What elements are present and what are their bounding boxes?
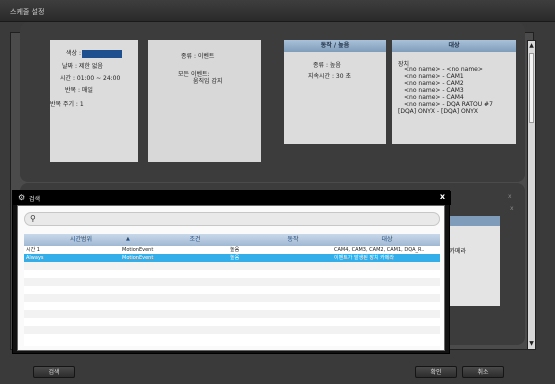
search-dialog-title: 검색 [29,196,41,203]
sort-asc-icon: ▲ [126,236,130,242]
search-box[interactable]: ⚲ [24,212,440,226]
day-label: 날짜 : 제한 없음 [62,63,103,70]
action-card[interactable]: 동작 / 높음 종류 : 높음 지속시간 : 30 초 [284,40,386,144]
table-row-empty [24,286,440,294]
confirm-button[interactable]: 확인 [415,366,457,378]
color-label: 색상 : [66,50,81,57]
column-header-condition[interactable]: 조건 [138,234,252,246]
table-row-empty [24,262,440,270]
window-titlebar: 스케줄 설정 [0,0,555,22]
color-row: 색상 : [66,48,122,58]
action-type-label: 종류 : 높음 [313,62,341,69]
search-dialog-body: ⚲ 시간범위 ▲ 조건 동작 대상 시간 1 MotionEvent 높음 CA… [17,205,445,351]
target-item: [DQA] ONYX - [DQA] ONYX [398,108,479,115]
event-type-label: 종류 : 이벤트 [181,53,215,60]
vertical-scrollbar[interactable]: ▲ ▼ [527,40,536,350]
lower-close-icon-2[interactable]: x [510,205,514,212]
cell-action: 높음 [230,247,240,253]
cell-target: CAM4, CAM3, CAM2, CAM1, DQA_R.. [334,247,425,253]
event-card[interactable]: 종류 : 이벤트 모든 이벤트: 움직임 감지 [148,40,261,162]
color-swatch [81,49,122,58]
cell-condition: MotionEvent [122,247,154,253]
search-button[interactable]: 검색 [33,366,75,378]
results-table[interactable]: 시간범위 ▲ 조건 동작 대상 시간 1 MotionEvent 높음 CAM4… [24,234,440,346]
target-item: <no name> - CAM3 [404,87,464,94]
scroll-up-icon[interactable]: ▲ [528,41,535,51]
search-input[interactable] [41,214,431,224]
time-label: 시간 : 01:00 ~ 24:00 [60,75,121,82]
target-item: <no name> - CAM4 [404,94,464,101]
table-row-empty [24,278,440,286]
target-card[interactable]: 대상 장치 <no name> - <no name> <no name> - … [392,40,516,144]
window-title: 스케줄 설정 [10,8,45,16]
table-row-empty [24,334,440,342]
table-row-selected[interactable]: Always MotionEvent 높음 이벤트가 발생된 장치 카메라 [24,254,440,262]
cell-time-range: 시간 1 [26,247,40,253]
duration-label: 지속시간 : 30 초 [308,73,351,80]
target-card-header: 대상 [392,40,516,52]
target-item: <no name> - <no name> [404,66,483,73]
table-row-empty [24,302,440,310]
target-item: <no name> - CAM2 [404,80,464,87]
table-row-empty [24,310,440,318]
cell-target: 이벤트가 발생된 장치 카메라 [334,255,394,261]
table-header: 시간범위 ▲ 조건 동작 대상 [24,234,440,246]
column-header-action[interactable]: 동작 [252,234,334,246]
close-icon[interactable]: x [440,192,445,201]
repeat-label: 반복 : 매일 [65,87,93,94]
action-card-header: 동작 / 높음 [284,40,386,52]
rule-summary-card[interactable]: 색상 : 날짜 : 제한 없음 시간 : 01:00 ~ 24:00 반복 : … [50,40,138,162]
repeat-period-label: 반복 주기 : 1 [50,101,84,108]
search-dialog-gear-icon: ⚙ [18,193,26,202]
search-icon: ⚲ [30,214,36,223]
scroll-down-icon[interactable]: ▼ [528,339,535,349]
column-header-time-range[interactable]: 시간범위 [24,234,138,246]
cancel-button[interactable]: 취소 [462,366,504,378]
cell-time-range: Always [26,255,44,261]
table-row[interactable]: 시간 1 MotionEvent 높음 CAM4, CAM3, CAM2, CA… [24,246,440,254]
table-row-empty [24,294,440,302]
search-dialog-titlebar: ⚙ 검색 x [13,191,451,205]
table-row-empty [24,326,440,334]
target-item: <no name> - CAM1 [404,73,464,80]
target-item: <no name> - DQA RATOU #7 [404,101,493,108]
column-header-target[interactable]: 대상 [334,234,440,246]
table-row-empty [24,270,440,278]
lower-close-icon[interactable]: x [508,193,512,200]
cell-action: 높음 [230,255,240,261]
search-dialog[interactable]: ⚙ 검색 x ⚲ 시간범위 ▲ 조건 동작 대상 시간 1 MotionEven… [12,190,451,354]
table-row-empty [24,318,440,326]
cell-condition: MotionEvent [122,255,154,261]
motion-label: 움직임 감지 [193,78,223,85]
scroll-thumb[interactable] [529,53,534,123]
